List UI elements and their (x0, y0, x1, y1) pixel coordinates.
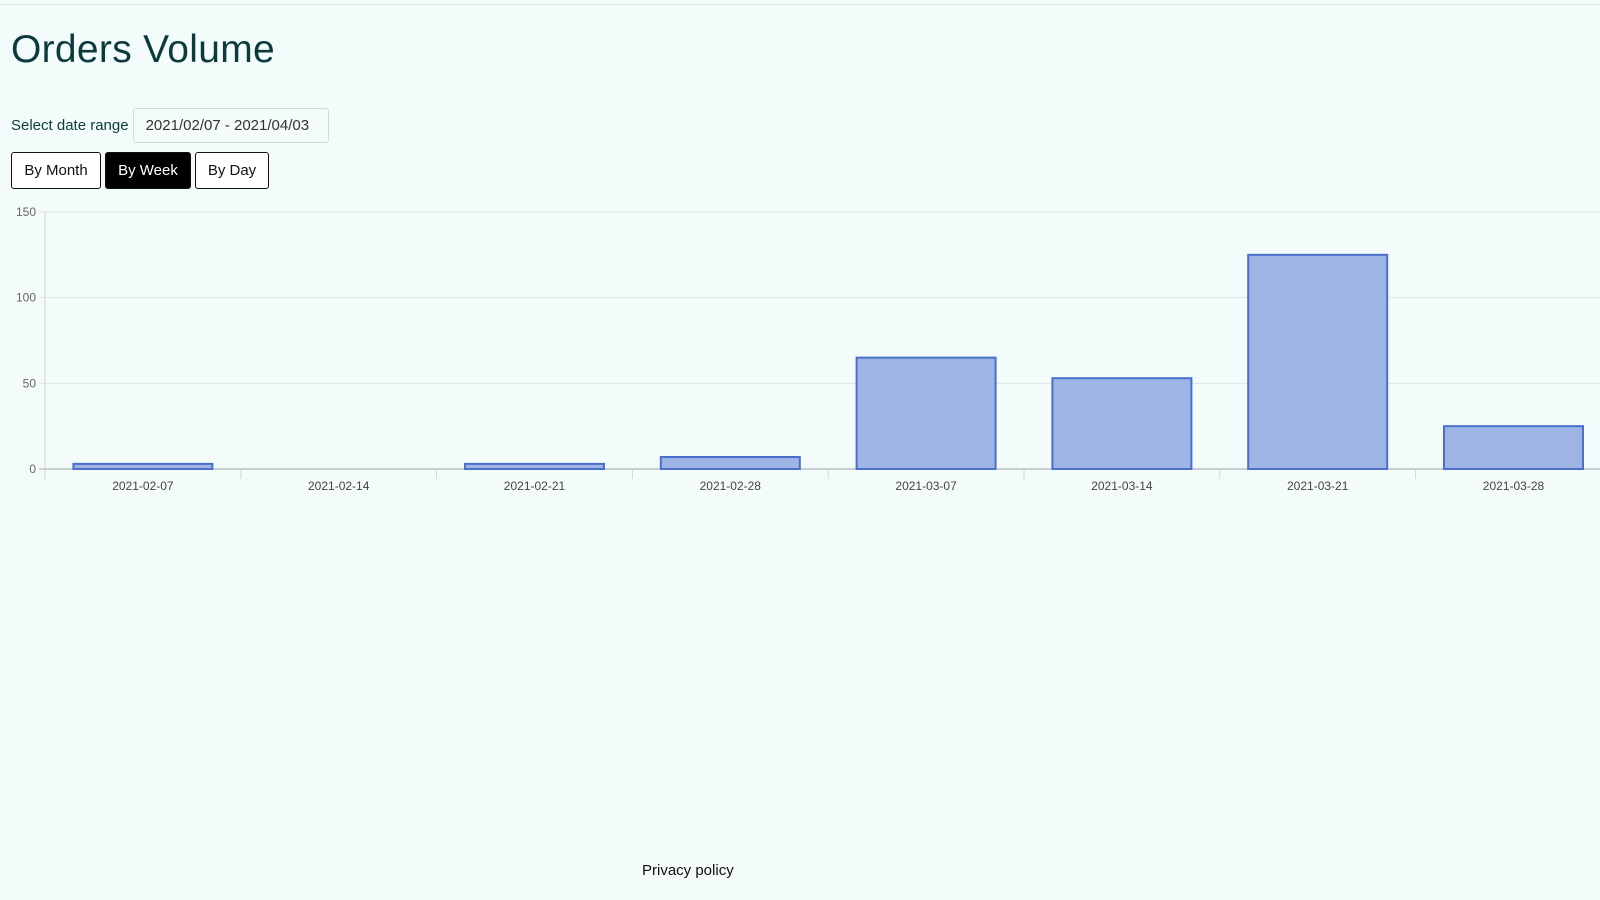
x-tick-label: 2021-03-07 (895, 479, 957, 493)
x-tick-label: 2021-02-14 (308, 479, 370, 493)
bar-2021-02-28[interactable] (659, 456, 801, 470)
by-month-button[interactable]: By Month (11, 152, 101, 189)
privacy-policy-link[interactable]: Privacy policy (642, 862, 734, 879)
bar-2021-03-28[interactable] (1443, 425, 1584, 471)
x-tick-label: 2021-02-28 (700, 479, 762, 493)
by-week-button[interactable]: By Week (105, 152, 191, 189)
bar-2021-02-21[interactable] (464, 462, 605, 470)
y-tick-label: 50 (23, 376, 37, 390)
period-button-group: By Month By Week By Day (11, 152, 269, 189)
y-tick-label: 150 (16, 205, 36, 219)
date-range-row: Select date range (11, 107, 329, 144)
top-divider (0, 4, 1600, 5)
date-range-input[interactable] (132, 108, 329, 143)
x-tick-label: 2021-02-21 (504, 479, 566, 493)
x-tick-label: 2021-03-21 (1287, 479, 1349, 493)
bar-2021-03-07[interactable] (855, 356, 997, 470)
x-tick-label: 2021-03-28 (1483, 479, 1545, 493)
by-day-button[interactable]: By Day (195, 152, 269, 189)
y-tick-label: 0 (29, 462, 36, 476)
x-tick-label: 2021-03-14 (1091, 479, 1153, 493)
x-tick-label: 2021-02-07 (112, 479, 174, 493)
page-title: Orders Volume (11, 28, 276, 71)
y-tick-label: 100 (16, 291, 36, 305)
bar-2021-03-21[interactable] (1247, 253, 1389, 471)
orders-volume-chart: 0 50 100 150 2021-02-07 2021-02-14 2021-02-21 2… (16, 205, 1600, 493)
date-range-label: Select date range (11, 117, 129, 134)
bar-2021-03-14[interactable] (1051, 377, 1193, 470)
bar-2021-02-07[interactable] (72, 462, 214, 470)
chart-bars (72, 253, 1584, 471)
